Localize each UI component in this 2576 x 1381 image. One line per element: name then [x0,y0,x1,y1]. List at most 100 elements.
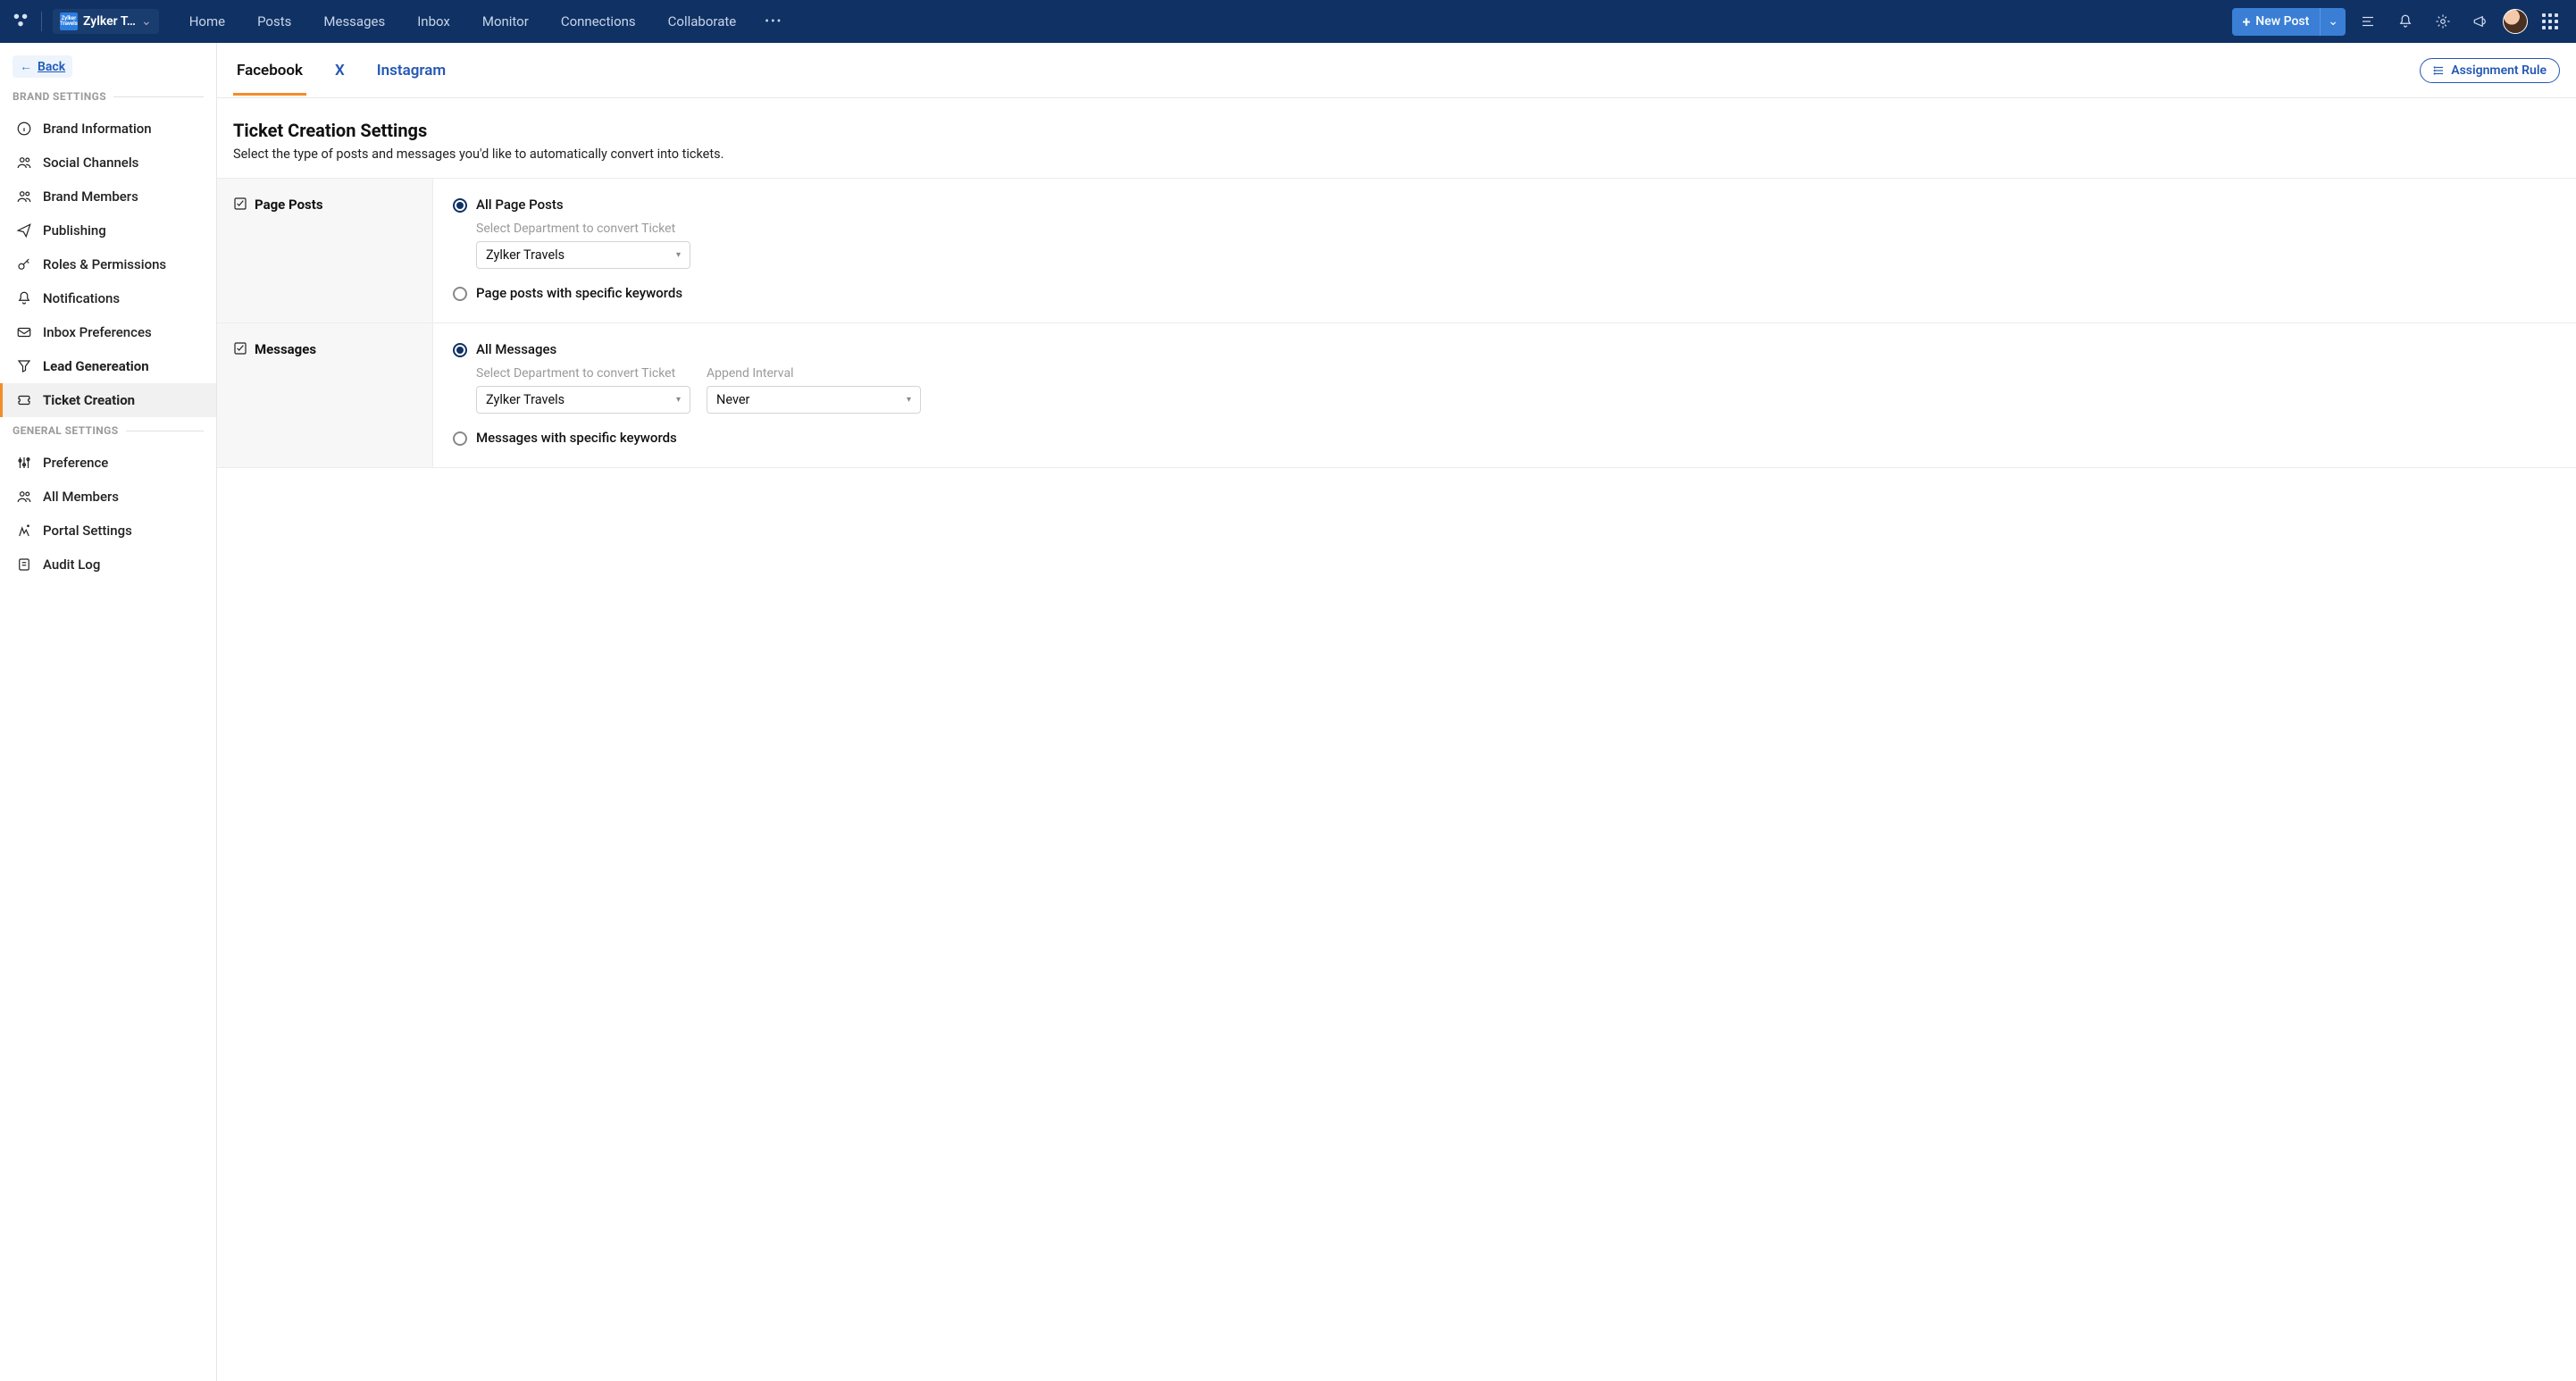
sidebar-section-general: GENERAL SETTINGS [0,424,216,446]
sidebar-item-label: Brand Members [43,188,138,205]
sidebar-item-label: Notifications [43,290,120,306]
main-panel: Facebook X Instagram Assignment Rule Ticke… [217,43,2576,1381]
radio-messages-keywords-label: Messages with specific keywords [476,430,677,446]
messages-interval-select[interactable]: Never ▾ [707,386,921,414]
chevron-down-icon: ⌄ [141,14,152,29]
brand-name: Zylker T… [83,14,136,29]
top-navbar: ZylkerTravels Zylker T… ⌄ Home Posts Mes… [0,0,2576,43]
chevron-down-icon: ▾ [676,250,681,260]
user-avatar[interactable] [2503,9,2528,34]
checkbox-icon [233,197,247,211]
sidebar-item-ticket-creation[interactable]: Ticket Creation [0,383,216,417]
posts-dept-value: Zylker Travels [486,247,565,263]
page-header: Ticket Creation Settings Select the type… [217,98,2576,178]
sidebar-item-label: All Members [43,489,119,505]
sidebar-item-label: Brand Information [43,121,152,137]
sidebar-item-social-channels[interactable]: Social Channels [0,146,216,180]
brand-switcher[interactable]: ZylkerTravels Zylker T… ⌄ [53,9,159,34]
key-icon [16,256,32,272]
sidebar-item-lead-genereation[interactable]: Lead Genereation [0,349,216,383]
activity-icon[interactable] [2353,6,2383,37]
nav-link-collaborate[interactable]: Collaborate [654,8,751,35]
assignment-rule-button[interactable]: Assignment Rule [2420,58,2560,83]
nav-link-messages[interactable]: Messages [309,8,399,35]
radio-messages-keywords[interactable] [453,431,467,446]
nav-link-posts[interactable]: Posts [243,8,305,35]
apps-grid-icon[interactable] [2535,6,2565,37]
ticket-icon [16,392,32,408]
back-label: Back [38,60,65,74]
nav-link-inbox[interactable]: Inbox [403,8,464,35]
chevron-down-icon: ▾ [676,395,681,405]
notifications-icon[interactable] [2390,6,2421,37]
posts-dept-label: Select Department to convert Ticket [476,222,690,236]
sidebar-item-audit-log[interactable]: Audit Log [0,548,216,582]
channel-tabbar: Facebook X Instagram Assignment Rule [217,43,2576,98]
new-post-button[interactable]: New Post ⌄ [2232,8,2346,36]
sidebar-item-label: Publishing [43,222,106,239]
messages-dept-label: Select Department to convert Ticket [476,366,690,381]
section-page-posts: Page Posts All Page Posts Select Departm… [217,178,2576,322]
sidebar-item-label: Roles & Permissions [43,256,166,272]
assignment-rule-label: Assignment Rule [2451,63,2547,78]
sidebar-item-label: Portal Settings [43,523,132,539]
nav-more-icon[interactable]: ••• [757,9,790,34]
sidebar-item-label: Preference [43,455,108,471]
sidebar-item-label: Social Channels [43,155,138,171]
tab-x[interactable]: X [331,46,348,96]
nav-divider [41,12,42,31]
sidebar-item-brand-information[interactable]: Brand Information [0,112,216,146]
sliders-icon [16,455,32,471]
radio-all-page-posts[interactable] [453,198,467,213]
radio-all-messages[interactable] [453,343,467,357]
sidebar-item-label: Inbox Preferences [43,324,152,340]
new-post-label: New Post [2255,14,2309,29]
messages-dept-select[interactable]: Zylker Travels ▾ [476,386,690,414]
section-page-posts-header: Page Posts [217,179,433,322]
sidebar-item-preference[interactable]: Preference [0,446,216,480]
sidebar-item-label: Audit Log [43,557,100,573]
sidebar-section-brand: BRAND SETTINGS [0,90,216,112]
arrow-left-icon: ← [20,59,32,74]
sidebar-item-all-members[interactable]: All Members [0,480,216,514]
chevron-down-icon: ▾ [907,395,911,405]
sidebar-item-publishing[interactable]: Publishing [0,213,216,247]
new-post-split-button[interactable]: ⌄ [2320,8,2346,36]
bell-icon [16,290,32,306]
nav-links: Home Posts Messages Inbox Monitor Connec… [175,8,751,35]
settings-sidebar: ← Back BRAND SETTINGS Brand Information S… [0,43,217,1381]
send-icon [16,222,32,239]
settings-gear-icon[interactable] [2428,6,2458,37]
tab-facebook[interactable]: Facebook [233,46,306,96]
sidebar-item-label: Lead Genereation [43,358,149,374]
users-icon [16,489,32,505]
users-icon [16,188,32,205]
page-title: Ticket Creation Settings [233,120,2560,141]
brand-logo-icon: ZylkerTravels [60,13,78,30]
app-logo-icon[interactable] [11,10,30,33]
sidebar-item-portal-settings[interactable]: Portal Settings [0,514,216,548]
back-button[interactable]: ← Back [13,55,72,78]
nav-link-connections[interactable]: Connections [547,8,650,35]
nav-link-monitor[interactable]: Monitor [468,8,543,35]
sidebar-item-roles-permissions[interactable]: Roles & Permissions [0,247,216,281]
sidebar-item-notifications[interactable]: Notifications [0,281,216,315]
sidebar-item-brand-members[interactable]: Brand Members [0,180,216,213]
plus-icon [2243,13,2251,30]
posts-dept-select[interactable]: Zylker Travels ▾ [476,241,690,269]
users-icon [16,155,32,171]
messages-dept-value: Zylker Travels [486,392,565,407]
info-icon [16,121,32,137]
announcement-icon[interactable] [2465,6,2496,37]
log-icon [16,557,32,573]
sidebar-item-inbox-preferences[interactable]: Inbox Preferences [0,315,216,349]
nav-link-home[interactable]: Home [175,8,239,35]
section-messages-header: Messages [217,323,433,467]
mail-icon [16,324,32,340]
radio-posts-keywords[interactable] [453,287,467,301]
tab-instagram[interactable]: Instagram [373,46,449,96]
page-subtitle: Select the type of posts and messages yo… [233,146,2560,162]
radio-all-page-posts-label: All Page Posts [476,197,564,213]
checkbox-icon [233,341,247,356]
leads-icon [16,358,32,374]
